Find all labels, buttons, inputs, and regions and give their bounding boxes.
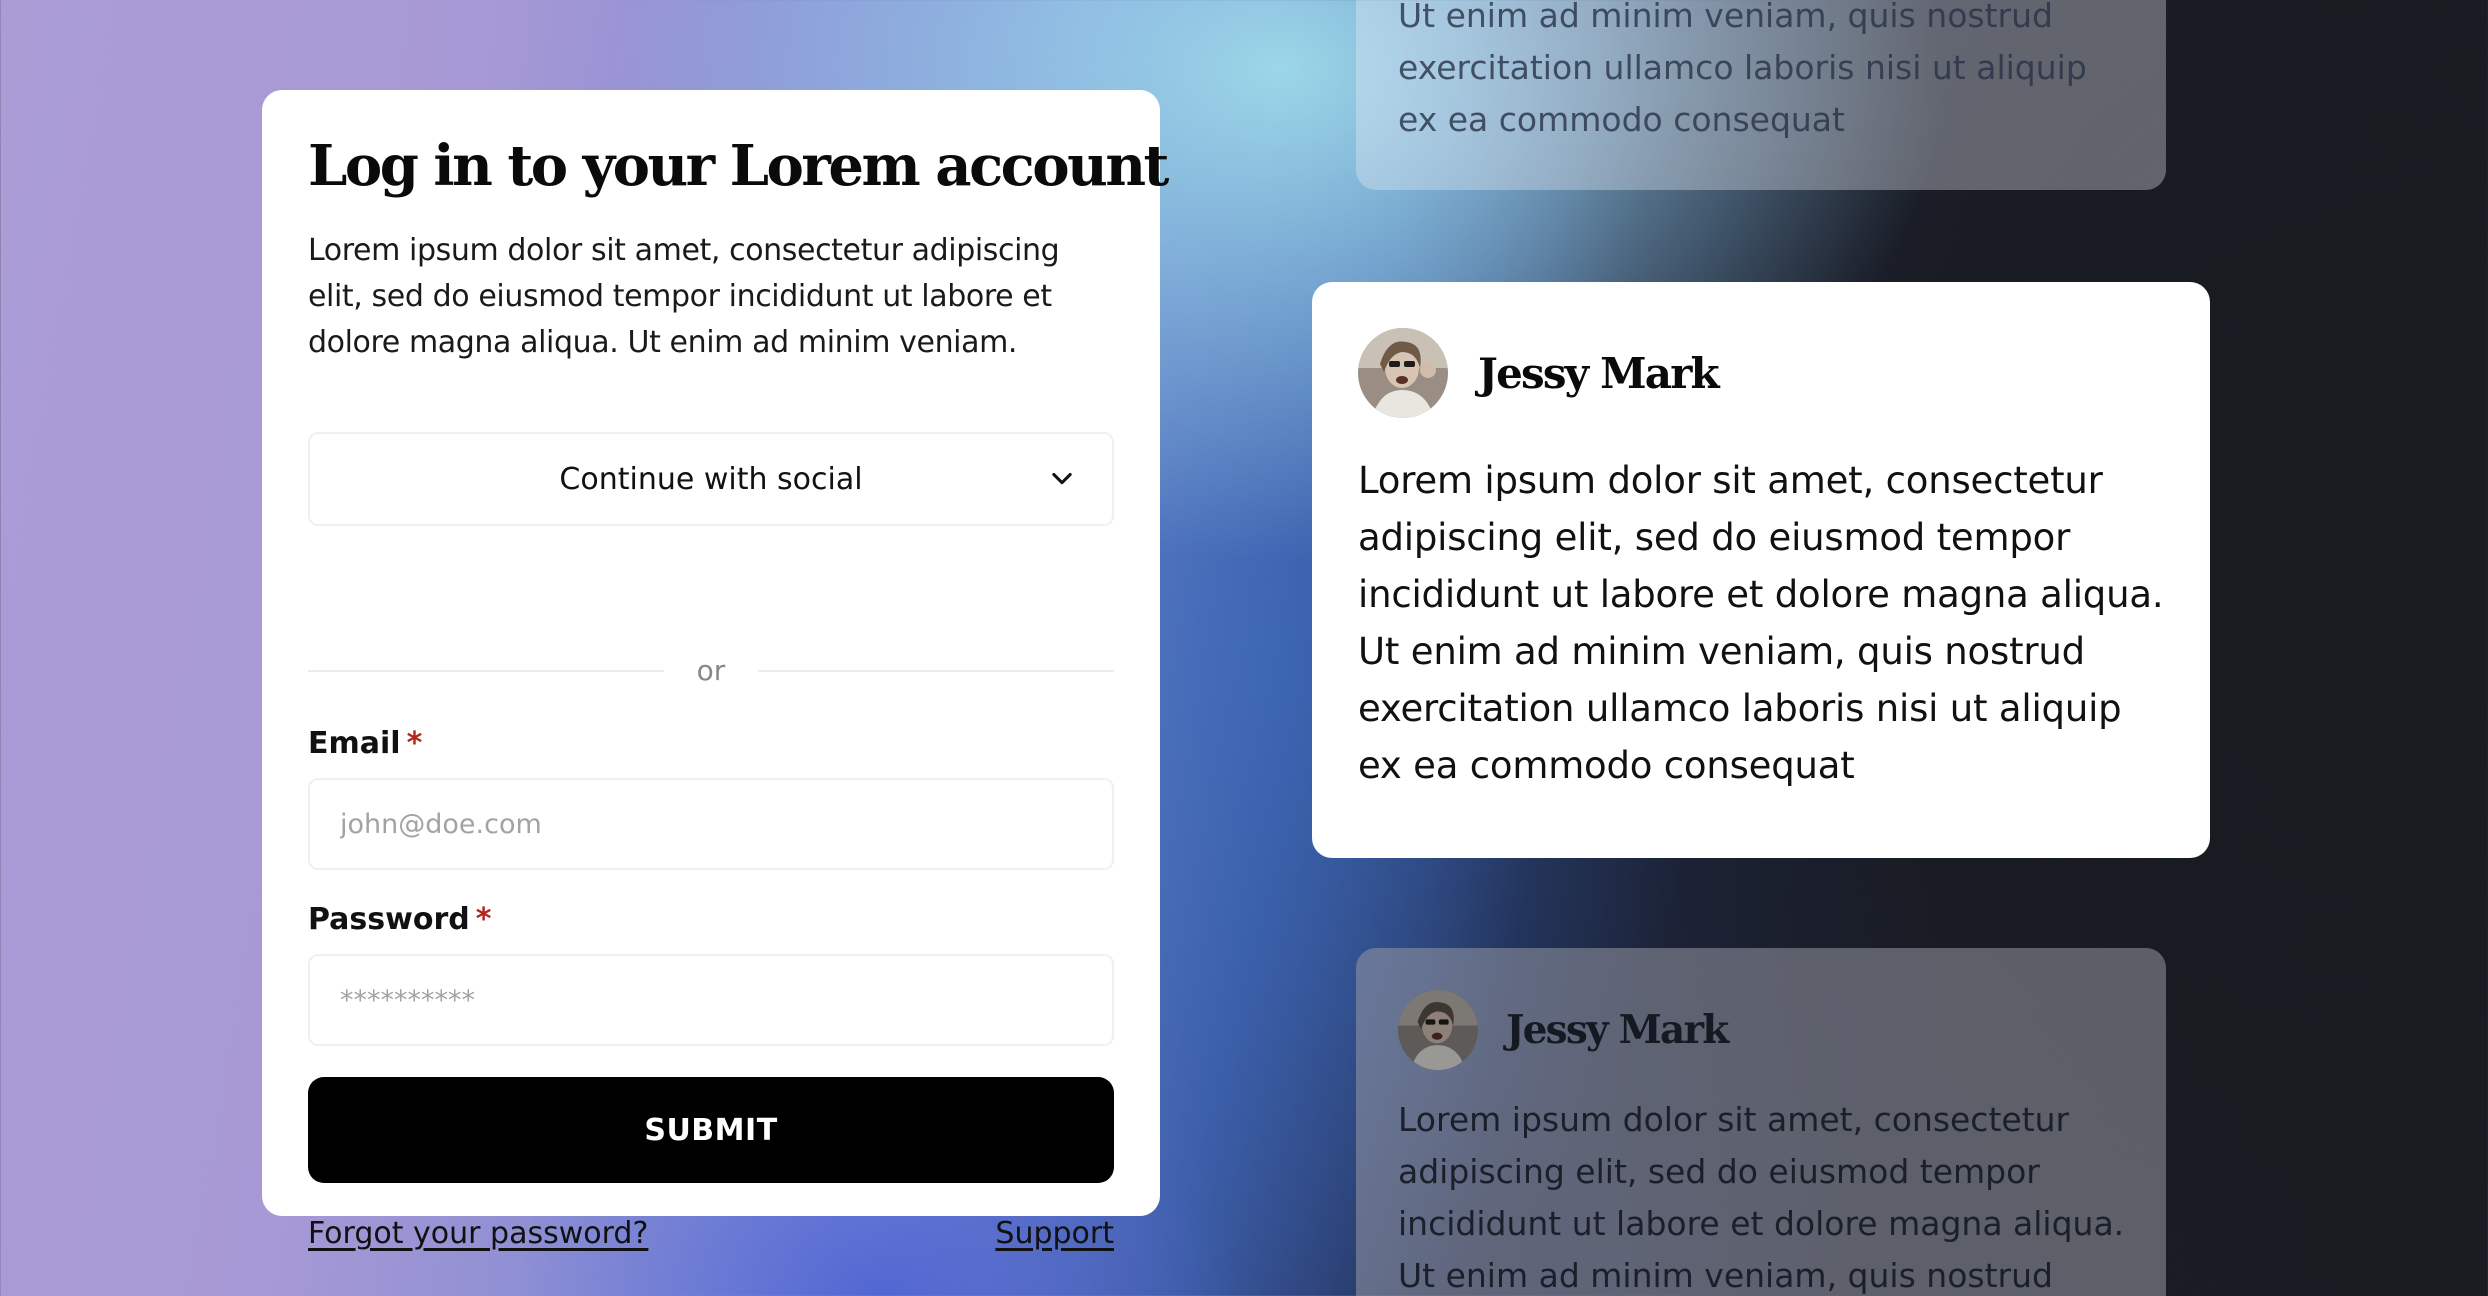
- password-label-text: Password: [308, 902, 470, 937]
- continue-with-social-dropdown[interactable]: Continue with social: [308, 432, 1114, 526]
- email-field[interactable]: [308, 778, 1114, 870]
- or-divider: or: [308, 646, 1114, 696]
- testimonial-card-featured: Jessy Mark Lorem ipsum dolor sit amet, c…: [1312, 282, 2210, 858]
- testimonial-text: Ut enim ad minim veniam, quis nostrud ex…: [1398, 0, 2087, 139]
- page-title: Log in to your Lorem account: [308, 133, 1169, 199]
- support-link[interactable]: Support: [995, 1216, 1114, 1251]
- testimonial-card: Jessy Mark Lorem ipsum dolor sit amet, c…: [1356, 948, 2166, 1296]
- login-card: Log in to your Lorem account Lorem ipsum…: [262, 90, 1169, 1251]
- avatar: [1398, 990, 1478, 1070]
- email-label: Email *: [308, 726, 422, 761]
- password-label: Password *: [308, 902, 491, 937]
- login-description: Lorem ipsum dolor sit amet, consectetur …: [308, 232, 1060, 360]
- social-select-label: Continue with social: [559, 461, 863, 497]
- testimonial-author-name: Jessy Mark: [1478, 348, 1720, 398]
- password-field[interactable]: [308, 954, 1114, 1046]
- required-marker: *: [406, 726, 423, 761]
- testimonial-header: Jessy Mark: [1398, 990, 2126, 1070]
- submit-button[interactable]: SUBMIT: [308, 1077, 1114, 1183]
- testimonial-card: Ut enim ad minim veniam, quis nostrud ex…: [1356, 0, 2166, 190]
- testimonial-header: Jessy Mark: [1358, 328, 2164, 418]
- required-marker: *: [475, 902, 492, 937]
- avatar: [1358, 328, 1448, 418]
- card-links: Forgot your password? Support: [308, 1216, 1114, 1251]
- avatar-photo-icon: [1398, 990, 1478, 1070]
- divider-line-right: [758, 670, 1114, 672]
- chevron-down-icon: [1052, 472, 1072, 485]
- forgot-password-link[interactable]: Forgot your password?: [308, 1216, 648, 1251]
- testimonial-text: Lorem ipsum dolor sit amet, consectetur …: [1398, 1100, 2125, 1295]
- avatar-photo-icon: [1358, 328, 1448, 418]
- email-label-text: Email: [308, 726, 401, 761]
- testimonial-text: Lorem ipsum dolor sit amet, consectetur …: [1358, 459, 2164, 787]
- testimonial-author-name: Jessy Mark: [1506, 1007, 1729, 1053]
